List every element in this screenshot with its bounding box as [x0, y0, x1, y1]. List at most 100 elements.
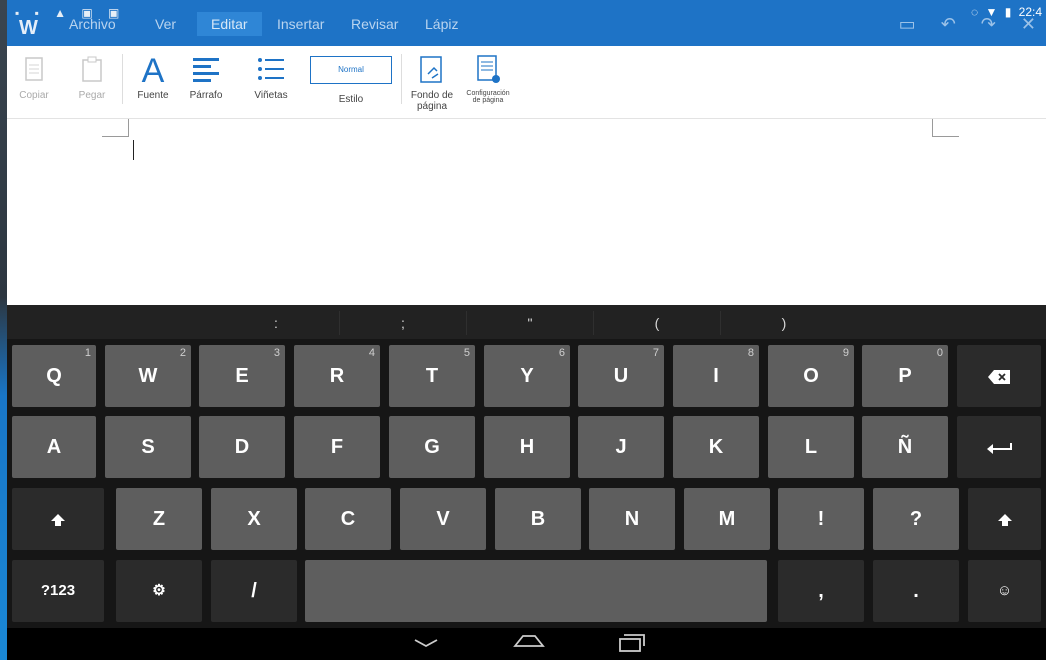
shift-icon: [51, 513, 65, 526]
bullets-button[interactable]: Viñetas: [253, 54, 289, 101]
edit-toolbar: Copiar Pegar A Fuente Párrafo Viñetas No…: [7, 46, 1046, 119]
key-r[interactable]: R4: [294, 345, 380, 407]
key-s[interactable]: S: [105, 416, 191, 478]
font-icon: A: [142, 54, 165, 84]
backspace-icon: [988, 369, 1010, 384]
backspace-key[interactable]: [957, 345, 1041, 407]
tab-lapiz[interactable]: Lápiz: [425, 16, 458, 32]
suggestion-item[interactable]: ): [721, 305, 847, 339]
suggestion-item[interactable]: ": [467, 305, 593, 339]
key-question[interactable]: ?: [873, 488, 959, 550]
suggestion-item[interactable]: (: [594, 305, 720, 339]
key-d[interactable]: D: [199, 416, 285, 478]
settings-key[interactable]: ⚙: [116, 560, 202, 622]
space-key[interactable]: [305, 560, 767, 622]
style-label: Estilo: [338, 94, 364, 105]
key-label: Y: [520, 365, 534, 387]
enter-icon: [987, 442, 1012, 454]
page-setup-icon: [477, 55, 500, 83]
paste-label: Pegar: [78, 90, 106, 101]
key-z[interactable]: Z: [116, 488, 202, 550]
back-icon[interactable]: [413, 632, 439, 652]
key-alt-label: 8: [747, 347, 754, 359]
key-n[interactable]: N: [589, 488, 675, 550]
copy-button[interactable]: Copiar: [17, 54, 51, 101]
app-logo-icon: W: [19, 17, 38, 39]
key-q[interactable]: Q1: [12, 345, 96, 407]
style-button[interactable]: Normal Estilo: [309, 54, 393, 105]
key-f[interactable]: F: [294, 416, 380, 478]
tab-editar[interactable]: Editar: [197, 12, 262, 36]
key-w[interactable]: W2: [105, 345, 191, 407]
page-background-label-1: Fondo de: [410, 90, 454, 101]
key-a[interactable]: A: [12, 416, 96, 478]
key-j[interactable]: J: [578, 416, 664, 478]
key-m[interactable]: M: [684, 488, 770, 550]
alarm-icon: ◌: [970, 5, 979, 19]
enter-key[interactable]: [957, 416, 1041, 478]
key-alt-label: 7: [652, 347, 659, 359]
key-alt-label: 6: [558, 347, 565, 359]
key-o[interactable]: O9: [768, 345, 854, 407]
shift-key-right[interactable]: [968, 488, 1041, 550]
key-alt-label: 3: [273, 347, 280, 359]
page-setup-button[interactable]: Configuración de página: [463, 54, 513, 104]
tab-ver[interactable]: Ver: [155, 16, 176, 32]
paragraph-button[interactable]: Párrafo: [183, 54, 229, 101]
key-label: O: [803, 365, 819, 387]
svg-text:A: A: [142, 54, 165, 84]
key-slash[interactable]: /: [211, 560, 297, 622]
tab-insertar[interactable]: Insertar: [277, 16, 324, 32]
toolbar-divider: [122, 54, 123, 104]
key-alt-label: 0: [936, 347, 943, 359]
bullets-label: Viñetas: [254, 90, 288, 101]
key-c[interactable]: C: [305, 488, 391, 550]
paste-icon: [82, 56, 102, 82]
toolbar-divider: [401, 54, 402, 104]
page-setup-label-1: Configuración: [466, 90, 510, 97]
undo-icon[interactable]: ↶: [941, 14, 956, 34]
key-p[interactable]: P0: [862, 345, 948, 407]
page-background-button[interactable]: Fondo de página: [407, 54, 457, 112]
home-icon[interactable]: [513, 632, 545, 652]
page-setup-label-2: de página: [472, 97, 504, 104]
key-n-tilde[interactable]: Ñ: [862, 416, 948, 478]
document-canvas[interactable]: [7, 119, 1046, 305]
key-y[interactable]: Y6: [484, 345, 570, 407]
key-v[interactable]: V: [400, 488, 486, 550]
font-button[interactable]: A Fuente: [135, 54, 171, 101]
battery-icon: ▮: [1004, 5, 1012, 19]
tab-revisar[interactable]: Revisar: [351, 16, 398, 32]
copy-label: Copiar: [19, 90, 49, 101]
paragraph-label: Párrafo: [189, 90, 223, 101]
symbols-key[interactable]: ?123: [12, 560, 104, 622]
font-label: Fuente: [137, 90, 169, 101]
key-alt-label: 9: [842, 347, 849, 359]
key-alt-label: 5: [463, 347, 470, 359]
align-left-icon: [193, 58, 219, 82]
emoji-key[interactable]: ☺: [968, 560, 1041, 622]
style-preview: Normal: [310, 56, 392, 84]
desktop-background-strip: [0, 0, 7, 660]
key-u[interactable]: U7: [578, 345, 664, 407]
key-b[interactable]: B: [495, 488, 581, 550]
suggestion-item[interactable]: ;: [340, 305, 466, 339]
key-x[interactable]: X: [211, 488, 297, 550]
key-exclamation[interactable]: !: [778, 488, 864, 550]
recents-icon[interactable]: [617, 632, 645, 654]
save-icon[interactable]: ▭: [899, 14, 916, 34]
key-e[interactable]: E3: [199, 345, 285, 407]
tab-archivo[interactable]: Archivo: [69, 16, 116, 32]
key-g[interactable]: G: [389, 416, 475, 478]
key-h[interactable]: H: [484, 416, 570, 478]
key-k[interactable]: K: [673, 416, 759, 478]
key-comma[interactable]: ,: [778, 560, 864, 622]
key-l[interactable]: L: [768, 416, 854, 478]
key-t[interactable]: T5: [389, 345, 475, 407]
key-period[interactable]: .: [873, 560, 959, 622]
shift-key-left[interactable]: [12, 488, 104, 550]
paste-button[interactable]: Pegar: [75, 54, 109, 101]
key-i[interactable]: I8: [673, 345, 759, 407]
suggestion-item[interactable]: :: [213, 305, 339, 339]
key-label: Q: [46, 365, 62, 387]
